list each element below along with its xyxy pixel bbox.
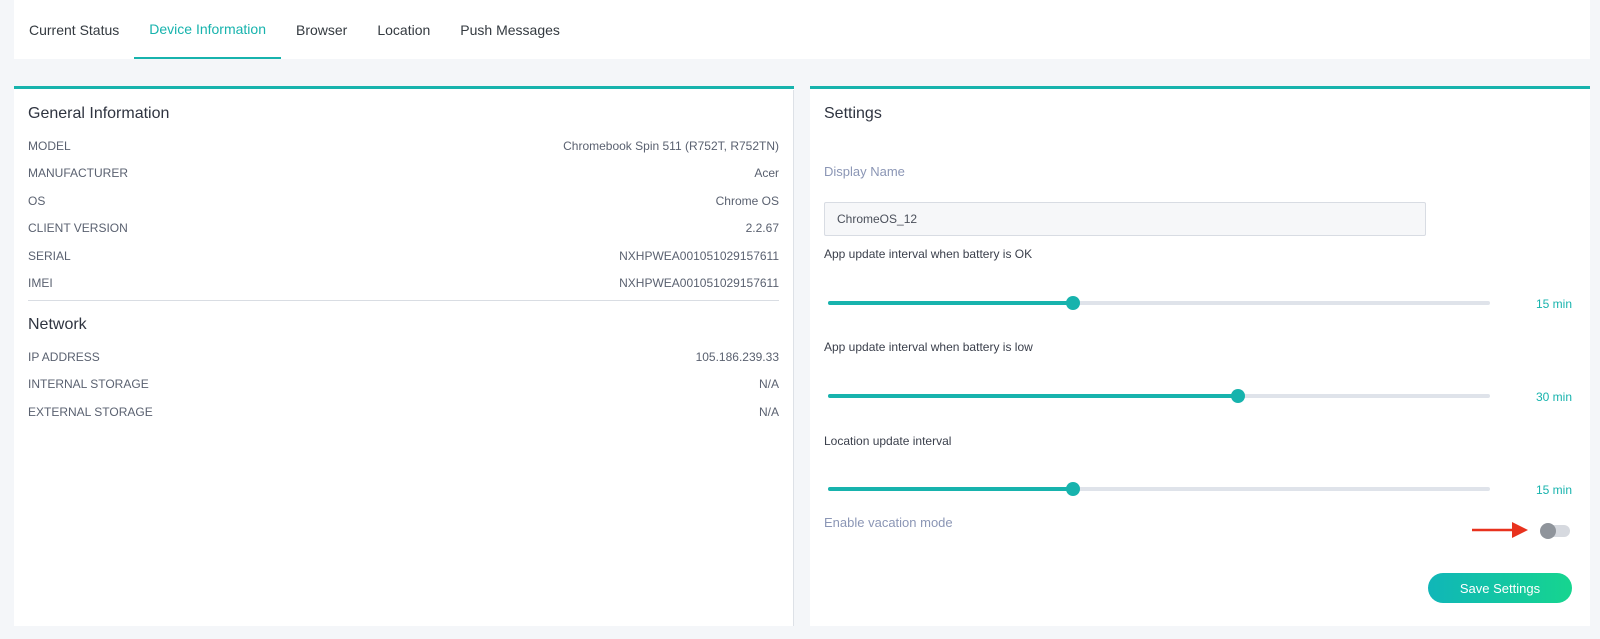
- red-arrow-annotation-icon: [1472, 522, 1528, 538]
- slider-thumb[interactable]: [1065, 296, 1080, 310]
- display-name-input[interactable]: [824, 202, 1426, 236]
- info-row-serial: SERIAL NXHPWEA001051029157611: [28, 249, 779, 267]
- info-key: IMEI: [28, 276, 53, 290]
- info-key: MODEL: [28, 139, 71, 153]
- info-value: NXHPWEA001051029157611: [619, 276, 779, 290]
- tab-location[interactable]: Location: [362, 0, 445, 59]
- info-row-manufacturer: MANUFACTURER Acer: [28, 166, 779, 184]
- info-value: N/A: [758, 405, 779, 419]
- location-interval-slider[interactable]: [828, 482, 1490, 496]
- info-key: OS: [28, 194, 46, 208]
- info-key: MANUFACTURER: [28, 166, 129, 180]
- slider-value-battery-ok: 15 min: [1535, 297, 1572, 311]
- slider-fill: [828, 487, 1073, 491]
- info-value: Chromebook Spin 511 (R752T, R752TN): [563, 139, 779, 153]
- info-key: INTERNAL STORAGE: [28, 377, 149, 391]
- tab-bar: Current Status Device Information Browse…: [14, 0, 1590, 59]
- info-key: CLIENT VERSION: [28, 221, 128, 235]
- tab-push-messages[interactable]: Push Messages: [445, 0, 575, 59]
- slider-label-battery-ok: App update interval when battery is OK: [824, 247, 1033, 261]
- info-value: Acer: [754, 166, 779, 180]
- slider-value-location: 15 min: [1535, 483, 1572, 497]
- toggle-knob: [1540, 523, 1556, 539]
- tab-device-information[interactable]: Device Information: [134, 0, 281, 59]
- info-value: 2.2.67: [745, 221, 779, 235]
- info-row-ip-address: IP ADDRESS 105.186.239.33: [28, 350, 779, 368]
- display-name-label: Display Name: [824, 164, 905, 179]
- card-divider: [793, 90, 794, 626]
- slider-value-battery-low: 30 min: [1535, 390, 1572, 404]
- vacation-mode-toggle[interactable]: [1540, 523, 1570, 539]
- info-value: N/A: [758, 377, 779, 391]
- save-settings-button[interactable]: Save Settings: [1428, 573, 1572, 603]
- info-row-internal-storage: INTERNAL STORAGE N/A: [28, 377, 779, 395]
- info-row-external-storage: EXTERNAL STORAGE N/A: [28, 405, 779, 423]
- slider-thumb[interactable]: [1231, 389, 1246, 403]
- info-value: 105.186.239.33: [695, 350, 779, 364]
- slider-fill: [828, 301, 1073, 305]
- tab-current-status[interactable]: Current Status: [14, 0, 134, 59]
- general-information-title: General Information: [28, 105, 170, 122]
- network-title: Network: [28, 316, 87, 333]
- settings-title: Settings: [824, 105, 882, 122]
- battery-low-interval-slider[interactable]: [828, 389, 1490, 403]
- info-row-imei: IMEI NXHPWEA001051029157611: [28, 276, 779, 294]
- battery-ok-interval-slider[interactable]: [828, 296, 1490, 310]
- slider-thumb[interactable]: [1065, 482, 1080, 496]
- info-row-model: MODEL Chromebook Spin 511 (R752T, R752TN…: [28, 139, 779, 157]
- info-row-os: OS Chrome OS: [28, 194, 779, 212]
- info-key: IP ADDRESS: [28, 350, 100, 364]
- slider-fill: [828, 394, 1239, 398]
- slider-label-location: Location update interval: [824, 434, 952, 448]
- slider-label-battery-low: App update interval when battery is low: [824, 340, 1033, 354]
- vacation-mode-label: Enable vacation mode: [824, 515, 953, 530]
- info-key: SERIAL: [28, 249, 71, 263]
- info-row-client-version: CLIENT VERSION 2.2.67: [28, 221, 779, 239]
- settings-card: Settings Display Name App update interva…: [810, 86, 1590, 626]
- tab-browser[interactable]: Browser: [281, 0, 362, 59]
- info-key: EXTERNAL STORAGE: [28, 405, 153, 419]
- info-value: Chrome OS: [715, 194, 779, 208]
- info-value: NXHPWEA001051029157611: [619, 249, 779, 263]
- device-info-card: General Information MODEL Chromebook Spi…: [14, 86, 794, 626]
- section-divider: [28, 300, 779, 301]
